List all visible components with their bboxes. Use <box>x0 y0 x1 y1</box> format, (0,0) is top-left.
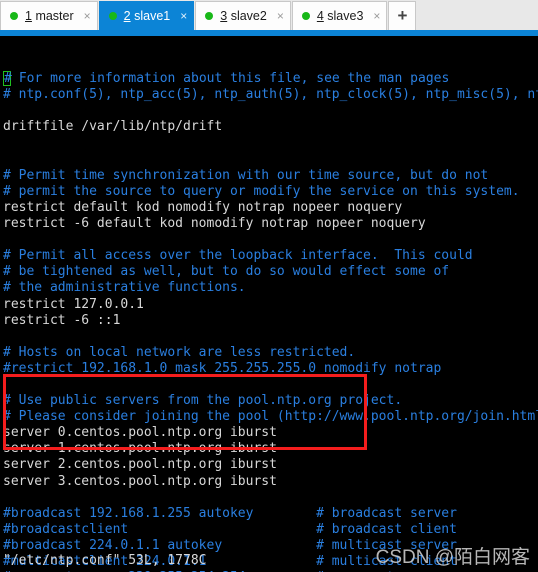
terminal-line: server 3.centos.pool.ntp.org iburst <box>3 474 538 490</box>
terminal-line: server 2.centos.pool.ntp.org iburst <box>3 457 538 473</box>
tab-status-dot-icon <box>10 12 18 20</box>
terminal-line-text: server 0.centos.pool.ntp.org iburst <box>3 425 277 441</box>
tab-status-dot-icon <box>205 12 214 20</box>
terminal-line: server 1.centos.pool.ntp.org iburst <box>3 441 538 457</box>
tab-bar: 1 master × 2 slave1 × 3 slave2 × 4 slave… <box>0 0 538 30</box>
tab-label-slave2: 3 slave2 <box>220 9 267 23</box>
tab-slave1[interactable]: 2 slave1 × <box>98 1 195 30</box>
terminal-line-text: # Please consider joining the pool (http… <box>3 409 538 425</box>
terminal-line-text: restrict -6 default kod nomodify notrap … <box>3 216 426 232</box>
terminal-line: restrict -6 ::1 <box>3 313 538 329</box>
terminal-text-buffer: # For more information about this file, … <box>3 71 538 572</box>
tab-master[interactable]: 1 master × <box>0 1 98 30</box>
terminal-line: #restrict 192.168.1.0 mask 255.255.255.0… <box>3 361 538 377</box>
terminal-line: server 0.centos.pool.ntp.org iburst <box>3 425 538 441</box>
terminal-line-text: For more information about this file, se… <box>11 71 450 87</box>
vim-status-line: "/etc/ntp.conf" 53L, 1778C <box>3 552 207 568</box>
terminal-line-text <box>3 377 11 392</box>
terminal-line-text: driftfile /var/lib/ntp/drift <box>3 119 223 135</box>
terminal-line-text <box>3 136 11 151</box>
tab-label-slave3: 4 slave3 <box>316 9 364 23</box>
terminal-line-text: server 1.centos.pool.ntp.org iburst <box>3 441 277 457</box>
terminal-line-text: # Use public servers from the pool.ntp.o… <box>3 393 403 409</box>
terminal-line: #broadcastclient # broadcast client <box>3 522 538 538</box>
terminal-line-text: # be tightened as well, but to do so wou… <box>3 264 450 280</box>
terminal-line-text: # permit the source to query or modify t… <box>3 183 520 199</box>
terminal-line <box>3 490 538 506</box>
terminal-line: # Please consider joining the pool (http… <box>3 409 538 425</box>
terminal-line: # permit the source to query or modify t… <box>3 184 538 200</box>
terminal-line-text: server 2.centos.pool.ntp.org iburst <box>3 457 277 473</box>
terminal-line: driftfile /var/lib/ntp/drift <box>3 119 538 135</box>
terminal-line-text <box>3 152 11 167</box>
terminal-line: restrict 127.0.0.1 <box>3 297 538 313</box>
terminal-line-text: # Hosts on local network are less restri… <box>3 344 356 360</box>
terminal-line: restrict default kod nomodify notrap nop… <box>3 200 538 216</box>
terminal-line-text: restrict default kod nomodify notrap nop… <box>3 199 403 215</box>
terminal-line <box>3 329 538 345</box>
terminal-line: # Permit all access over the loopback in… <box>3 248 538 264</box>
terminal-line-text: # Permit time synchronization with our t… <box>3 167 489 183</box>
terminal-line-text <box>3 490 11 505</box>
terminal-line-text: #restrict 192.168.1.0 mask 255.255.255.0… <box>3 360 442 376</box>
tab-label-slave1: 2 slave1 <box>123 9 171 23</box>
terminal-line: # the administrative functions. <box>3 280 538 296</box>
tab-close-icon-master[interactable]: × <box>84 10 91 22</box>
terminal-line <box>3 232 538 248</box>
terminal-line-text: restrict 127.0.0.1 <box>3 296 144 312</box>
terminal-line: #broadcast 192.168.1.255 autokey # broad… <box>3 506 538 522</box>
tab-bar-empty-area <box>416 1 538 30</box>
terminal-line-text: # Permit all access over the loopback in… <box>3 248 473 264</box>
tab-slave3[interactable]: 4 slave3 × <box>291 1 388 30</box>
terminal-screen[interactable]: # For more information about this file, … <box>0 36 538 572</box>
terminal-line: # For more information about this file, … <box>3 71 538 87</box>
terminal-line-text: #broadcast 192.168.1.255 autokey # broad… <box>3 505 457 521</box>
tab-close-icon-slave3[interactable]: × <box>373 10 380 22</box>
tab-label-master: 1 master <box>25 9 74 23</box>
tab-close-icon-slave2[interactable]: × <box>277 10 284 22</box>
terminal-line-text: # ntp.conf(5), ntp_acc(5), ntp_auth(5), … <box>3 87 538 103</box>
terminal-line: restrict -6 default kod nomodify notrap … <box>3 216 538 232</box>
tab-slave2[interactable]: 3 slave2 × <box>195 1 291 30</box>
new-tab-button[interactable]: + <box>388 1 417 30</box>
tab-status-dot-icon <box>301 12 310 20</box>
terminal-line: # be tightened as well, but to do so wou… <box>3 264 538 280</box>
terminal-line <box>3 103 538 119</box>
terminal-line <box>3 152 538 168</box>
csdn-watermark: CSDN @陌白网客 <box>375 546 530 568</box>
terminal-line: # Permit time synchronization with our t… <box>3 168 538 184</box>
terminal-line <box>3 136 538 152</box>
terminal-line: # Use public servers from the pool.ntp.o… <box>3 393 538 409</box>
terminal-line: # ntp.conf(5), ntp_acc(5), ntp_auth(5), … <box>3 87 538 103</box>
tab-close-icon-slave1[interactable]: × <box>180 10 187 22</box>
terminal-line-text <box>3 232 11 247</box>
terminal-line <box>3 377 538 393</box>
terminal-line-text <box>3 103 11 118</box>
terminal-line-text: #broadcastclient # broadcast client <box>3 521 457 537</box>
terminal-cursor: # <box>3 71 12 87</box>
terminal-line-text: restrict -6 ::1 <box>3 312 121 328</box>
terminal-line-text <box>3 329 11 344</box>
terminal-line: # Hosts on local network are less restri… <box>3 345 538 361</box>
terminal-line-text: server 3.centos.pool.ntp.org iburst <box>3 473 277 489</box>
tab-status-dot-icon <box>108 12 117 20</box>
terminal-line-text: # the administrative functions. <box>3 280 246 296</box>
